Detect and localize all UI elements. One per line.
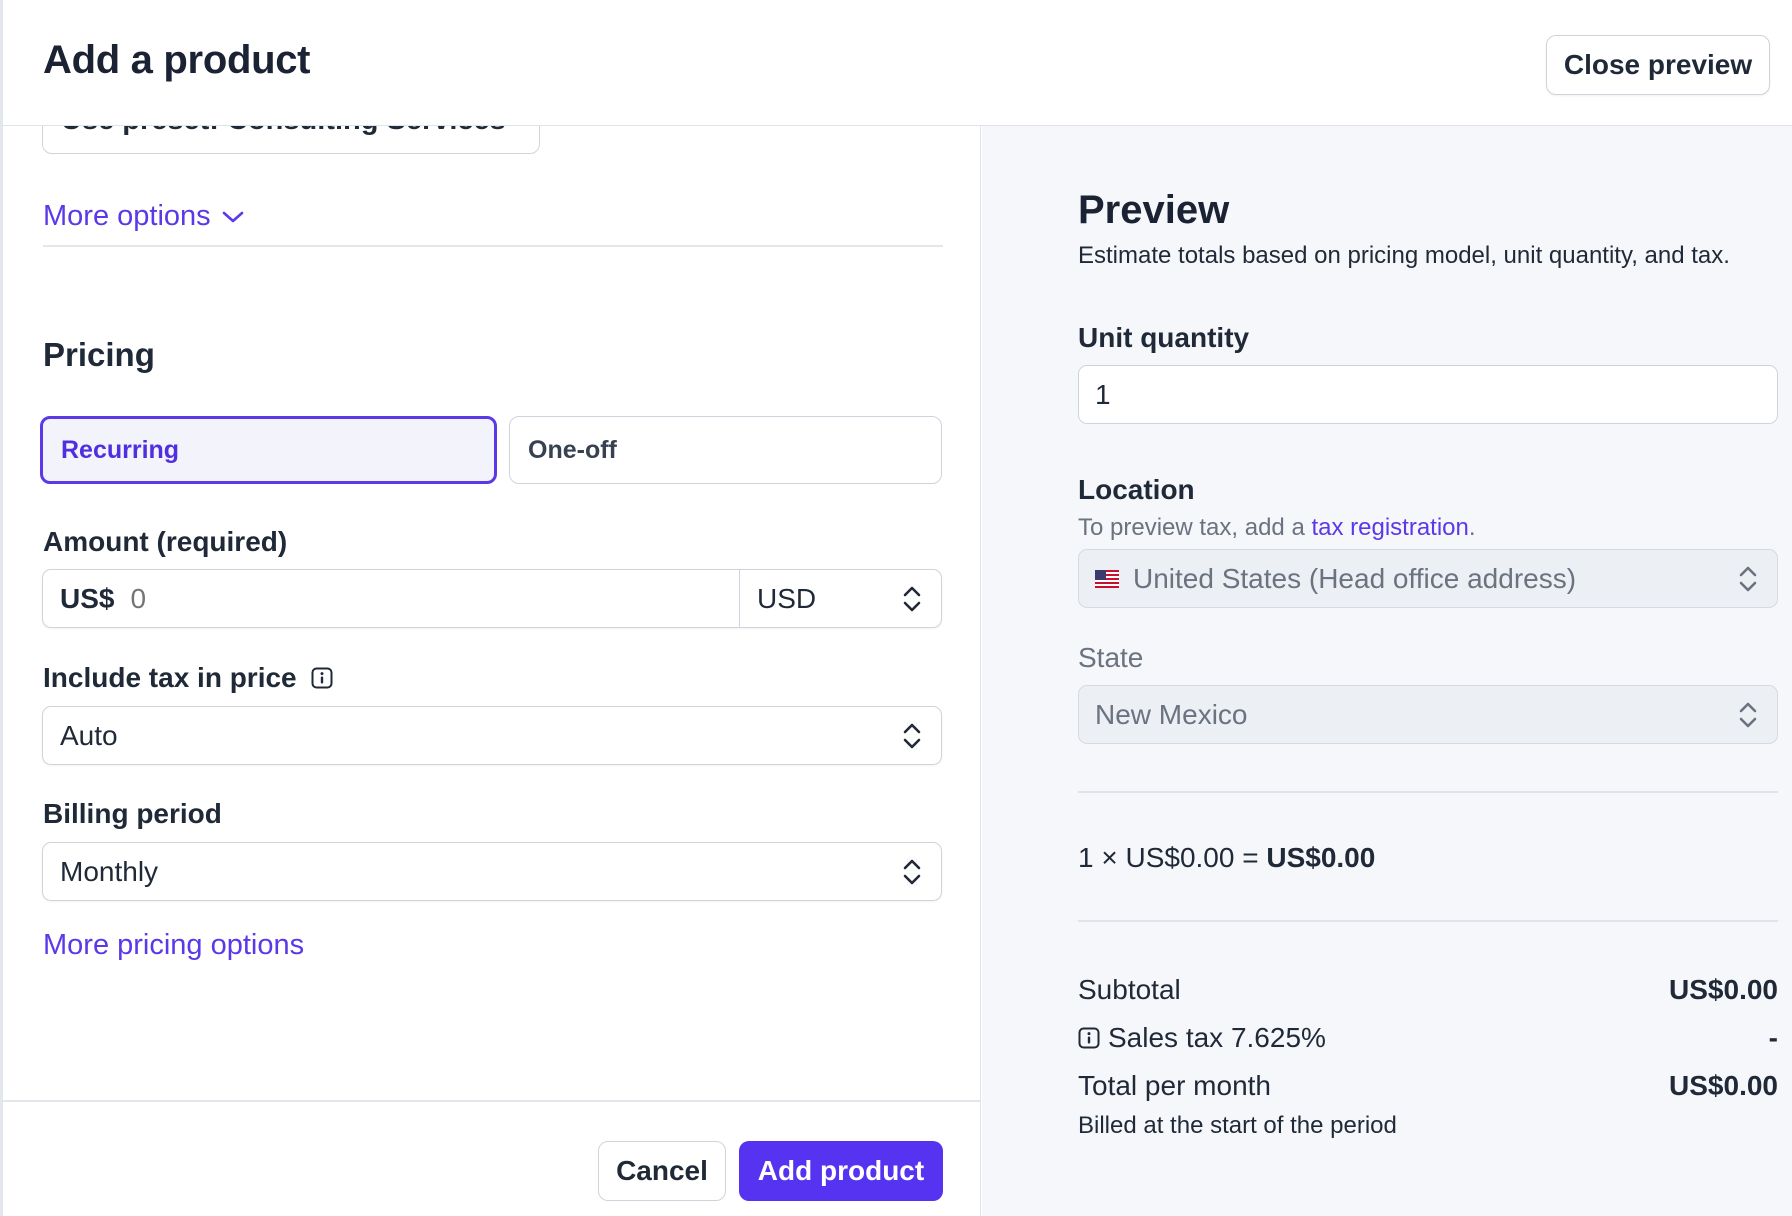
include-tax-label: Include tax in price	[43, 662, 297, 693]
include-tax-select[interactable]: Auto	[42, 706, 942, 765]
add-product-button[interactable]: Add product	[739, 1141, 943, 1201]
amount-field: US$ USD	[42, 569, 942, 628]
state-value: New Mexico	[1095, 698, 1248, 730]
tax-registration-link[interactable]: tax registration	[1311, 514, 1468, 541]
modal-left-edge	[0, 0, 3, 1216]
select-stepper-icon	[1739, 566, 1757, 591]
more-pricing-options-link[interactable]: More pricing options	[43, 929, 304, 962]
state-select[interactable]: New Mexico	[1078, 685, 1778, 744]
product-form-panel: Use preset: Consulting Services More opt…	[0, 126, 981, 1216]
more-options-link[interactable]: More options	[43, 200, 245, 233]
billing-period-select[interactable]: Monthly	[42, 842, 942, 901]
billed-note: Billed at the start of the period	[1078, 1112, 1397, 1139]
sales-tax-row: Sales tax 7.625% -	[1078, 1022, 1778, 1054]
location-hint-text: To preview tax, add a	[1078, 514, 1312, 541]
footer-divider	[0, 1100, 980, 1102]
preview-divider	[1078, 791, 1778, 793]
subtotal-label: Subtotal	[1078, 974, 1181, 1005]
pricing-type-recurring[interactable]: Recurring	[40, 416, 497, 484]
more-options-label: More options	[43, 200, 211, 232]
location-select[interactable]: United States (Head office address)	[1078, 549, 1778, 608]
info-icon[interactable]	[1078, 1027, 1100, 1049]
select-stepper-icon	[903, 586, 921, 611]
pricing-title: Pricing	[43, 336, 155, 373]
total-label: Total per month	[1078, 1070, 1271, 1101]
close-preview-button[interactable]: Close preview	[1546, 35, 1770, 95]
billing-period-value: Monthly	[60, 855, 159, 887]
preview-divider	[1078, 920, 1778, 922]
billing-period-label: Billing period	[43, 798, 222, 829]
section-divider	[43, 245, 943, 247]
sales-tax-value: -	[1768, 1022, 1778, 1053]
currency-prefix: US$	[60, 582, 115, 614]
sales-tax-label: Sales tax 7.625%	[1108, 1022, 1326, 1053]
us-flag-icon	[1095, 569, 1119, 588]
amount-input[interactable]	[130, 582, 739, 615]
pricing-type-label: Recurring	[61, 435, 180, 464]
use-preset-button[interactable]: Use preset: Consulting Services	[42, 126, 540, 154]
preview-subtitle: Estimate totals based on pricing model, …	[1078, 242, 1730, 269]
subtotal-row: Subtotal US$0.00	[1078, 974, 1778, 1006]
cancel-button[interactable]: Cancel	[598, 1141, 726, 1201]
page-title: Add a product	[43, 38, 311, 82]
chevron-down-icon	[222, 211, 243, 222]
location-hint: To preview tax, add a tax registration.	[1078, 514, 1476, 542]
state-label: State	[1078, 642, 1144, 673]
select-stepper-icon	[903, 723, 921, 748]
preview-panel: Preview Estimate totals based on pricing…	[982, 126, 1792, 1216]
amount-label: Amount (required)	[43, 526, 288, 557]
total-value: US$0.00	[1669, 1070, 1778, 1101]
select-stepper-icon	[903, 859, 921, 884]
info-icon[interactable]	[311, 667, 333, 689]
price-calculation: 1 × US$0.00 = US$0.00	[1078, 842, 1375, 874]
add-product-page: Add a product Close preview Use preset: …	[0, 0, 1792, 1216]
page-header: Add a product Close preview	[0, 0, 1792, 126]
location-hint-suffix: .	[1468, 514, 1476, 541]
include-tax-label-row: Include tax in price	[43, 662, 333, 694]
currency-value: USD	[757, 582, 817, 614]
calc-result: US$0.00	[1266, 842, 1376, 873]
total-row: Total per month US$0.00	[1078, 1070, 1778, 1102]
preview-title: Preview	[1078, 188, 1230, 232]
unit-quantity-input[interactable]	[1078, 365, 1778, 424]
subtotal-value: US$0.00	[1669, 974, 1778, 1005]
include-tax-value: Auto	[60, 719, 118, 751]
pricing-type-label: One-off	[528, 435, 617, 464]
use-preset-label: Use preset: Consulting Services	[61, 126, 506, 137]
select-stepper-icon	[1739, 702, 1757, 727]
calc-expression: 1 × US$0.00 =	[1078, 842, 1267, 873]
pricing-type-one-off[interactable]: One-off	[509, 416, 942, 484]
currency-select[interactable]: USD	[739, 570, 941, 627]
location-value: United States (Head office address)	[1133, 562, 1577, 594]
sales-tax-label-group: Sales tax 7.625%	[1078, 1022, 1326, 1054]
location-select-content: United States (Head office address)	[1095, 563, 1576, 595]
location-label: Location	[1078, 474, 1195, 505]
unit-quantity-label: Unit quantity	[1078, 322, 1250, 353]
